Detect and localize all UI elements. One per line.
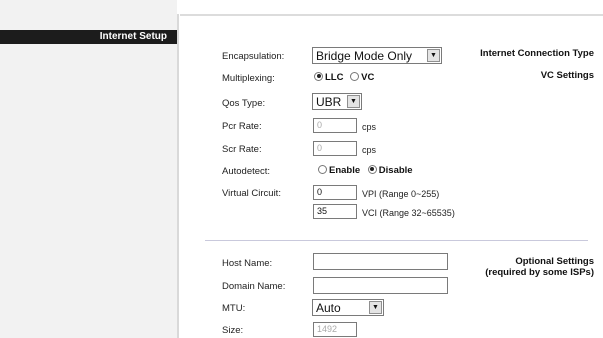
pcr-rate-unit: cps — [362, 122, 377, 132]
section-title: Internet Setup — [99, 31, 167, 42]
column-divider — [177, 14, 179, 338]
left-panel — [0, 0, 177, 338]
pcr-rate-label: Pcr Rate: — [222, 121, 262, 132]
scr-rate-label: Scr Rate: — [222, 144, 262, 155]
pcr-rate-input[interactable]: 0 — [313, 118, 357, 133]
encapsulation-label: Encapsulation: — [222, 51, 285, 62]
autodetect-disable-radio[interactable] — [367, 164, 377, 174]
vpi-range-label: VPI (Range 0~255) — [362, 189, 440, 199]
chevron-down-icon[interactable]: ▼ — [347, 95, 360, 108]
section-separator — [205, 240, 588, 241]
qos-type-value: UBR — [316, 95, 342, 109]
encapsulation-value: Bridge Mode Only — [316, 49, 413, 63]
multiplexing-vc-radio[interactable] — [350, 71, 360, 81]
size-input[interactable]: 1492 — [313, 322, 357, 337]
section-header: Internet Setup — [0, 30, 177, 44]
qos-type-label: Qos Type: — [222, 98, 266, 109]
top-rule — [180, 14, 603, 16]
scr-rate-unit: cps — [362, 145, 377, 155]
autodetect-enable-label: Enable — [329, 165, 361, 176]
vci-input[interactable]: 35 — [313, 204, 357, 219]
autodetect-label: Autodetect: — [222, 166, 271, 177]
domain-name-label: Domain Name: — [222, 281, 286, 292]
chevron-down-icon[interactable]: ▼ — [427, 49, 440, 62]
autodetect-disable-label: Disable — [378, 165, 413, 176]
vpi-input[interactable]: 0 — [313, 185, 357, 200]
virtual-circuit-label: Virtual Circuit: — [222, 188, 281, 199]
multiplexing-label: Multiplexing: — [222, 73, 275, 84]
multiplexing-radios: LLC VC — [314, 71, 375, 83]
autodetect-radios: Enable Disable — [318, 164, 413, 176]
mtu-select[interactable]: Auto ▼ — [312, 299, 384, 316]
vc-settings-label: VC Settings — [540, 70, 594, 81]
optional-settings-note: (required by some ISPs) — [485, 267, 594, 278]
domain-name-input[interactable] — [313, 277, 448, 294]
multiplexing-vc-label: VC — [361, 72, 375, 83]
mtu-label: MTU: — [222, 303, 246, 314]
host-name-label: Host Name: — [222, 258, 273, 269]
chevron-down-icon[interactable]: ▼ — [369, 301, 382, 314]
qos-type-select[interactable]: UBR ▼ — [312, 93, 362, 110]
autodetect-enable-radio[interactable] — [318, 164, 327, 174]
scr-rate-input[interactable]: 0 — [313, 141, 357, 156]
internet-connection-type-label: Internet Connection Type — [480, 48, 594, 59]
multiplexing-llc-radio[interactable] — [314, 71, 323, 81]
multiplexing-llc-label: LLC — [325, 72, 344, 83]
host-name-input[interactable] — [313, 253, 448, 270]
vci-range-label: VCI (Range 32~65535) — [362, 208, 455, 218]
size-label: Size: — [222, 325, 244, 336]
encapsulation-select[interactable]: Bridge Mode Only ▼ — [312, 47, 442, 64]
mtu-value: Auto — [316, 301, 341, 315]
